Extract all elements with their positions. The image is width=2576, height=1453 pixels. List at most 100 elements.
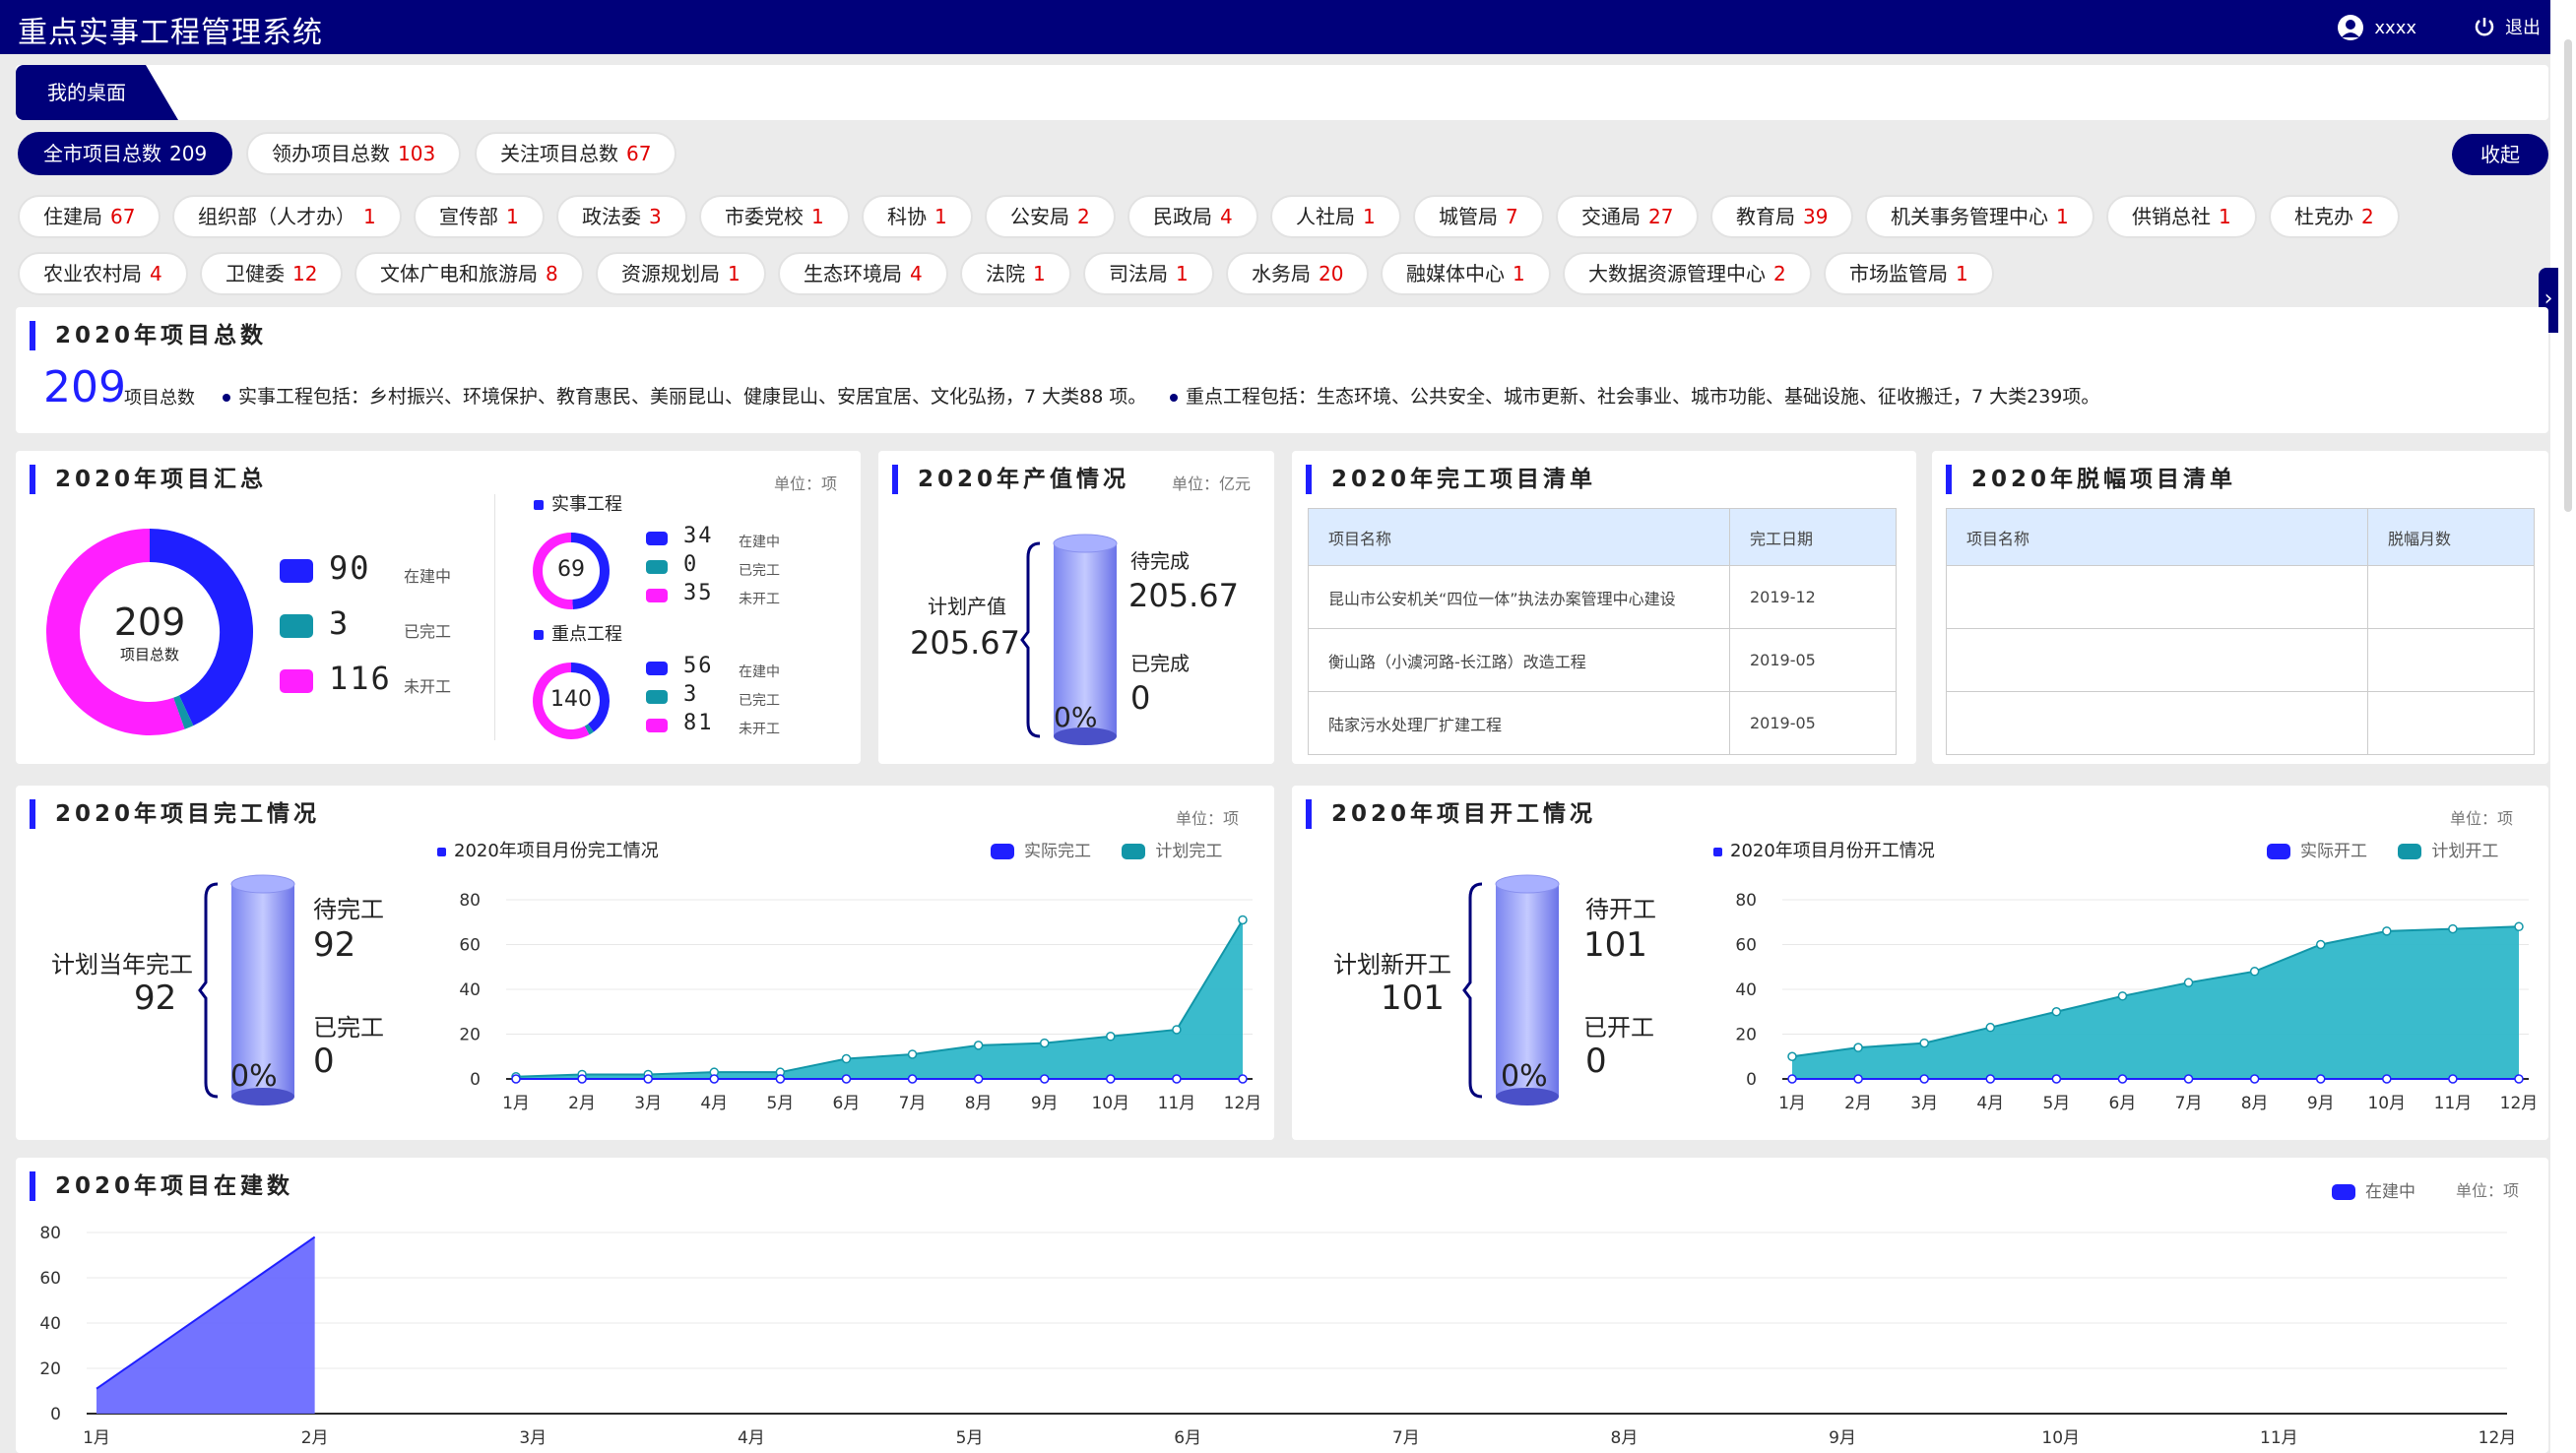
panel-title: 2020年项目在建数 [30, 1171, 293, 1201]
unit-label: 单位：项 [2456, 1181, 2520, 1200]
chip-count: 1 [811, 205, 824, 228]
filter-chip[interactable]: 政法委 3 [556, 195, 687, 238]
filter-chip[interactable]: 教育局 39 [1710, 195, 1854, 238]
y-tick-label: 60 [39, 1269, 61, 1289]
legend-item-in-construction[interactable]: 在建中 [2332, 1182, 2415, 1202]
chip-label: 领办项目总数 [272, 142, 390, 165]
completed-list-panel: 2020年完工项目清单 项目名称 完工日期 昆山市公安机关“四位一体”执法办案管理… [1292, 451, 1916, 764]
percent-label: 0% [1054, 701, 1098, 733]
chip-count: 1 [2219, 205, 2231, 228]
chip-label: 水务局 [1252, 262, 1311, 285]
filter-chip[interactable]: 组织部（人才办） 1 [172, 195, 402, 238]
legend-item-plan[interactable]: 计划完工 [1122, 842, 1222, 861]
chip-label: 生态环境局 [804, 262, 902, 285]
delayed-list-panel: 2020年脱幅项目清单 项目名称 脱幅月数 [1932, 451, 2548, 764]
filter-chip[interactable]: 领办项目总数 103 [246, 132, 462, 175]
legend-item-actual[interactable]: 实际开工 [2267, 842, 2367, 861]
filter-chip[interactable]: 卫健委 12 [200, 252, 344, 295]
filter-chip[interactable]: 机关事务管理中心 1 [1865, 195, 2094, 238]
filter-chip[interactable]: 人社局 1 [1270, 195, 1401, 238]
filter-chip[interactable]: 文体广电和旅游局 8 [354, 252, 584, 295]
data-point [1039, 1038, 1050, 1048]
y-tick-label: 60 [459, 936, 481, 956]
x-tick-label: 3月 [634, 1094, 662, 1113]
x-tick-label: 2月 [568, 1094, 596, 1113]
x-tick-label: 3月 [519, 1428, 547, 1448]
scrollbar[interactable] [2564, 39, 2572, 512]
filter-chip[interactable]: 全市项目总数 209 [18, 132, 233, 175]
done-value: 0 [1130, 679, 1151, 717]
filter-chip[interactable]: 城管局 7 [1413, 195, 1544, 238]
filter-chip[interactable]: 民政局 4 [1127, 195, 1258, 238]
filter-chip[interactable]: 科协 1 [862, 195, 973, 238]
chip-label: 资源规划局 [621, 262, 720, 285]
data-point [1919, 1038, 1929, 1048]
data-point [1853, 1042, 1863, 1052]
filter-chip[interactable]: 大数据资源管理中心 2 [1563, 252, 1812, 295]
table-cell: 衡山路（小澞河路-长江路）改造工程 [1308, 628, 1730, 692]
table-cell [2367, 565, 2535, 629]
y-tick-label: 40 [1735, 980, 1757, 1000]
x-tick-label: 12月 [2500, 1094, 2539, 1113]
chip-label: 交通局 [1581, 205, 1641, 228]
filter-chip[interactable]: 关注项目总数 67 [475, 132, 677, 175]
x-tick-label: 3月 [1910, 1094, 1938, 1113]
table-row[interactable]: 昆山市公安机关“四位一体”执法办案管理中心建设 2019-12 [1308, 565, 1897, 629]
filter-chip[interactable]: 法院 1 [960, 252, 1071, 295]
legend-swatch [646, 690, 668, 704]
data-point [577, 1074, 587, 1084]
data-point [775, 1074, 786, 1084]
legend-label: 未开工 [739, 592, 780, 607]
x-tick-label: 12月 [2479, 1428, 2517, 1448]
chip-count: 4 [150, 262, 162, 285]
filter-chip[interactable]: 杜克办 2 [2269, 195, 2400, 238]
chip-count: 1 [934, 205, 947, 228]
table-row[interactable]: 衡山路（小澞河路-长江路）改造工程 2019-05 [1308, 628, 1897, 692]
logout-button[interactable]: 退出 [2474, 14, 2541, 39]
legend-item-actual[interactable]: 实际完工 [991, 842, 1091, 861]
table-cell: 2019-05 [1729, 691, 1897, 755]
filter-chip[interactable]: 水务局 20 [1226, 252, 1370, 295]
filter-chip[interactable]: 公安局 2 [985, 195, 1116, 238]
zhongdian-title: 重点工程 [534, 620, 622, 646]
table-cell [2367, 691, 2535, 755]
filter-chip[interactable]: 资源规划局 1 [596, 252, 766, 295]
user-menu[interactable]: xxxx [2337, 14, 2416, 41]
divider [494, 494, 495, 740]
filter-chip[interactable]: 交通局 27 [1556, 195, 1700, 238]
chip-count: 27 [1648, 205, 1674, 228]
tab-my-desktop[interactable]: 我的桌面 [16, 65, 178, 120]
cylinder-bracket [1462, 882, 1483, 1099]
x-tick-label: 6月 [2109, 1094, 2137, 1113]
legend-item-plan[interactable]: 计划开工 [2398, 842, 2498, 861]
y-tick-label: 40 [39, 1314, 61, 1334]
filter-chip[interactable]: 市场监管局 1 [1824, 252, 1994, 295]
filter-chip[interactable]: 生态环境局 4 [778, 252, 948, 295]
legend-swatch [646, 532, 668, 545]
legend-label: 已完工 [404, 622, 452, 641]
legend-row: 3 已完工 [646, 682, 823, 710]
filter-chip[interactable]: 农业农村局 4 [18, 252, 188, 295]
chip-count: 3 [649, 205, 662, 228]
chip-label: 公安局 [1010, 205, 1069, 228]
table-row[interactable]: 陆家污水处理厂扩建工程 2019-05 [1308, 691, 1897, 755]
filter-chip[interactable]: 宣传部 1 [414, 195, 545, 238]
start-panel: 2020年项目开工情况 单位：项 计划新开工 101 0% 待开工 101 已开… [1292, 786, 2548, 1140]
collapse-button[interactable]: 收起 [2452, 134, 2548, 175]
data-point [1985, 1022, 1996, 1033]
filter-chip[interactable]: 融媒体中心 1 [1381, 252, 1551, 295]
cylinder-top [230, 874, 295, 894]
data-point [907, 1049, 918, 1059]
filter-chip[interactable]: 市委党校 1 [699, 195, 850, 238]
chip-label: 城管局 [1439, 205, 1498, 228]
chip-count: 20 [1319, 262, 1344, 285]
data-point [2249, 1074, 2260, 1084]
y-tick-label: 40 [459, 980, 481, 1000]
filter-chip[interactable]: 供销总社 1 [2106, 195, 2257, 238]
series-area [516, 919, 1243, 1079]
x-tick-label: 7月 [1392, 1428, 1420, 1448]
chip-count: 1 [1363, 205, 1376, 228]
filter-chip[interactable]: 住建局 67 [18, 195, 161, 238]
filter-chip[interactable]: 司法局 1 [1083, 252, 1214, 295]
chip-count: 1 [1176, 262, 1189, 285]
